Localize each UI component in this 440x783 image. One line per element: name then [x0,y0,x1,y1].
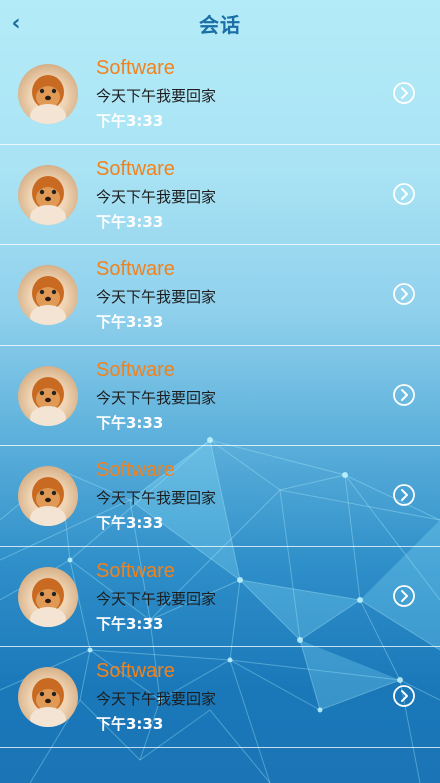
conversation-item[interactable]: Software 今天下午我要回家 下午3:33 [0,145,440,245]
page-title: 会话 [199,12,241,37]
last-message: 今天下午我要回家 [96,87,217,105]
avatar [18,365,78,426]
chevron-left-icon[interactable]: ‹ [6,10,26,36]
dog-avatar-icon [30,175,66,225]
avatar [18,566,78,627]
dog-avatar-icon [30,678,66,727]
contact-name: Software [96,358,175,381]
message-time: 下午3:33 [96,212,164,231]
avatar [18,667,78,727]
message-time: 下午3:33 [96,413,164,432]
message-time: 下午3:33 [96,313,164,331]
last-message: 今天下午我要回家 [96,288,217,306]
conversation-item[interactable]: Software 今天下午我要回家 下午3:33 [0,647,440,748]
contact-name: Software [96,459,175,481]
chevron-right-circle-icon[interactable] [392,383,416,407]
last-message: 今天下午我要回家 [96,388,217,407]
dog-avatar-icon [30,75,66,124]
chevron-right-circle-icon[interactable] [392,182,416,206]
contact-name: Software [96,660,175,682]
chevron-right-circle-icon[interactable] [392,584,416,608]
conversation-item[interactable]: Software 今天下午我要回家 下午3:33 [0,44,440,145]
message-time: 下午3:33 [96,112,164,130]
conversation-item[interactable]: Software 今天下午我要回家 下午3:33 [0,245,440,346]
contact-name: Software [96,258,175,280]
contact-name: Software [96,57,175,79]
avatar [18,164,78,225]
top-bar: ‹ 会话 [0,0,440,46]
message-time: 下午3:33 [96,614,164,633]
dog-avatar-icon [30,376,66,426]
dog-avatar-icon [30,577,66,627]
last-message: 今天下午我要回家 [96,187,217,206]
chevron-right-circle-icon[interactable] [392,684,416,708]
last-message: 今天下午我要回家 [96,489,217,507]
chevron-right-circle-icon[interactable] [392,81,416,105]
message-time: 下午3:33 [96,514,164,532]
avatar [18,265,78,325]
message-time: 下午3:33 [96,715,164,733]
dog-avatar-icon [30,276,66,325]
dog-avatar-icon [30,477,66,526]
avatar [18,466,78,526]
chevron-right-circle-icon[interactable] [392,483,416,507]
conversation-item[interactable]: Software 今天下午我要回家 下午3:33 [0,446,440,547]
contact-name: Software [96,157,175,180]
last-message: 今天下午我要回家 [96,589,217,608]
avatar [18,64,78,124]
chevron-right-circle-icon[interactable] [392,282,416,306]
conversation-item[interactable]: Software 今天下午我要回家 下午3:33 [0,346,440,446]
contact-name: Software [96,559,175,582]
conversation-item[interactable]: Software 今天下午我要回家 下午3:33 [0,547,440,647]
last-message: 今天下午我要回家 [96,690,217,708]
conversation-list: Software 今天下午我要回家 下午3:33 Software 今天下午我要… [0,44,440,748]
